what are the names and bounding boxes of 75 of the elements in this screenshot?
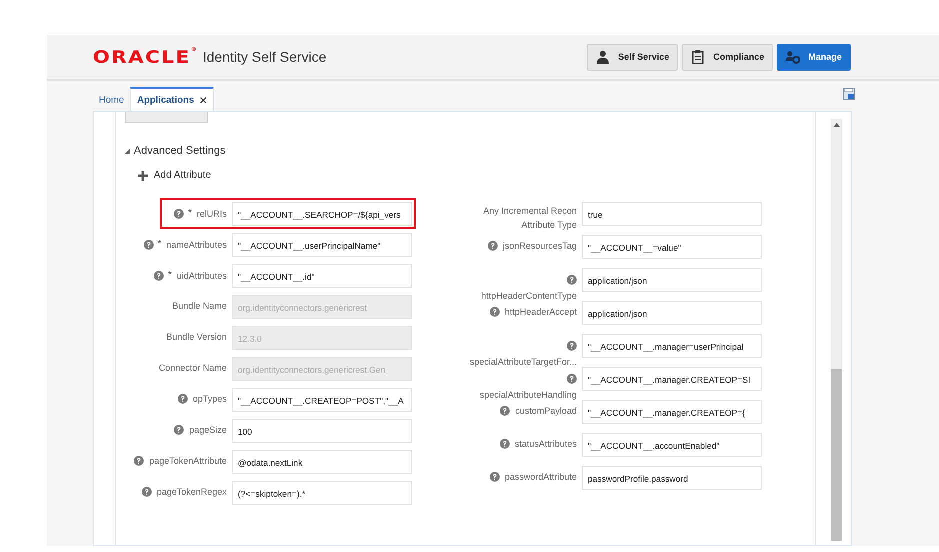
field-label: pageTokenRegex	[156, 487, 227, 497]
help-icon[interactable]	[500, 439, 510, 449]
help-icon[interactable]	[174, 425, 184, 435]
input-field: org.identityconnectors.genericrest.Gen	[232, 357, 412, 381]
input-field[interactable]: @odata.nextLink	[232, 450, 412, 474]
field-label: httpHeaderContentType	[481, 291, 577, 301]
input-field[interactable]: "__ACCOUNT__.manager=userPrincipal	[582, 334, 762, 358]
scrollbar-thumb[interactable]	[831, 369, 842, 541]
section-title[interactable]: Advanced Settings	[134, 145, 226, 157]
app-title: Identity Self Service	[202, 49, 327, 65]
input-field[interactable]: (?<=skiptoken=).*	[232, 481, 412, 505]
field-label: uidAttributes	[176, 270, 227, 280]
scroll-up-icon[interactable]	[834, 123, 840, 127]
input-field[interactable]: "__ACCOUNT__.CREATEOP=POST","__A	[232, 388, 412, 412]
field-label: specialAttributeTargetFor...	[470, 357, 577, 367]
help-icon[interactable]	[500, 406, 510, 416]
help-icon[interactable]	[490, 472, 500, 482]
clipboard-icon	[691, 50, 706, 64]
input-field[interactable]: application/json	[582, 268, 762, 292]
field-label: pageSize	[189, 425, 227, 435]
field-label: opTypes	[192, 394, 227, 404]
input-field[interactable]: "__ACCOUNT__.SEARCHOP=/${api_vers	[232, 202, 412, 226]
field-label: Any Incremental Recon Attribute Type	[482, 205, 577, 232]
close-icon[interactable]	[200, 96, 208, 104]
help-icon[interactable]	[144, 240, 154, 250]
input-field: 12.3.0	[232, 326, 412, 350]
help-icon[interactable]	[178, 394, 188, 404]
add-attribute-button[interactable]: Add Attribute	[138, 170, 212, 181]
field-label: Bundle Name	[172, 301, 227, 311]
required-mark: *	[168, 270, 172, 281]
help-icon[interactable]	[567, 374, 577, 384]
expand-triangle-icon[interactable]	[125, 148, 130, 154]
field-label: jsonResourcesTag	[502, 241, 577, 251]
input-field[interactable]: "__ACCOUNT__.userPrincipalName"	[232, 233, 412, 257]
input-field[interactable]: "__ACCOUNT__=value"	[582, 235, 762, 259]
people-gear-icon	[786, 50, 800, 64]
field-label: customPayload	[515, 406, 577, 416]
field-label: Connector Name	[158, 363, 227, 373]
field-label: statusAttributes	[514, 439, 577, 449]
field-label: nameAttributes	[166, 240, 227, 250]
help-icon[interactable]	[134, 456, 144, 466]
nav-button[interactable]: Compliance	[682, 44, 774, 70]
input-field[interactable]: passwordProfile.password	[582, 466, 762, 490]
help-icon[interactable]	[154, 270, 164, 280]
oracle-logo: ORACLE$^{®}$	[93, 46, 197, 68]
input-field: org.identityconnectors.genericrest	[232, 295, 412, 319]
field-label: specialAttributeHandling	[480, 390, 577, 400]
required-mark: *	[188, 208, 192, 219]
tab[interactable]: Home	[93, 89, 130, 111]
person-icon	[596, 50, 610, 64]
field-label: relURIs	[196, 208, 227, 218]
nav-button[interactable]: Manage	[777, 44, 851, 70]
help-icon[interactable]	[488, 241, 498, 251]
input-field[interactable]: "__ACCOUNT__.id"	[232, 264, 412, 288]
input-field[interactable]: "__ACCOUNT__.manager.CREATEOP=SI	[582, 367, 762, 391]
input-field[interactable]: "__ACCOUNT__.manager.CREATEOP={	[582, 400, 762, 424]
input-field[interactable]: true	[582, 202, 762, 226]
help-icon[interactable]	[567, 275, 577, 285]
input-field[interactable]: 100	[232, 419, 412, 443]
document-icon[interactable]	[843, 88, 855, 100]
tab[interactable]: Applications	[130, 87, 214, 111]
plus-icon	[138, 170, 148, 180]
nav-button[interactable]: Self Service	[587, 44, 678, 70]
field-label: passwordAttribute	[504, 472, 577, 482]
input-field[interactable]: application/json	[582, 301, 762, 325]
field-label: httpHeaderAccept	[504, 307, 577, 317]
field-label: pageTokenAttribute	[149, 456, 227, 466]
scrollbar[interactable]	[831, 119, 842, 541]
field-label: Bundle Version	[166, 332, 227, 342]
help-icon[interactable]	[142, 487, 152, 497]
help-icon[interactable]	[174, 208, 184, 218]
help-icon[interactable]	[490, 307, 500, 317]
help-icon[interactable]	[567, 341, 577, 351]
required-mark: *	[158, 239, 162, 250]
input-field[interactable]: "__ACCOUNT__.accountEnabled"	[582, 433, 762, 457]
